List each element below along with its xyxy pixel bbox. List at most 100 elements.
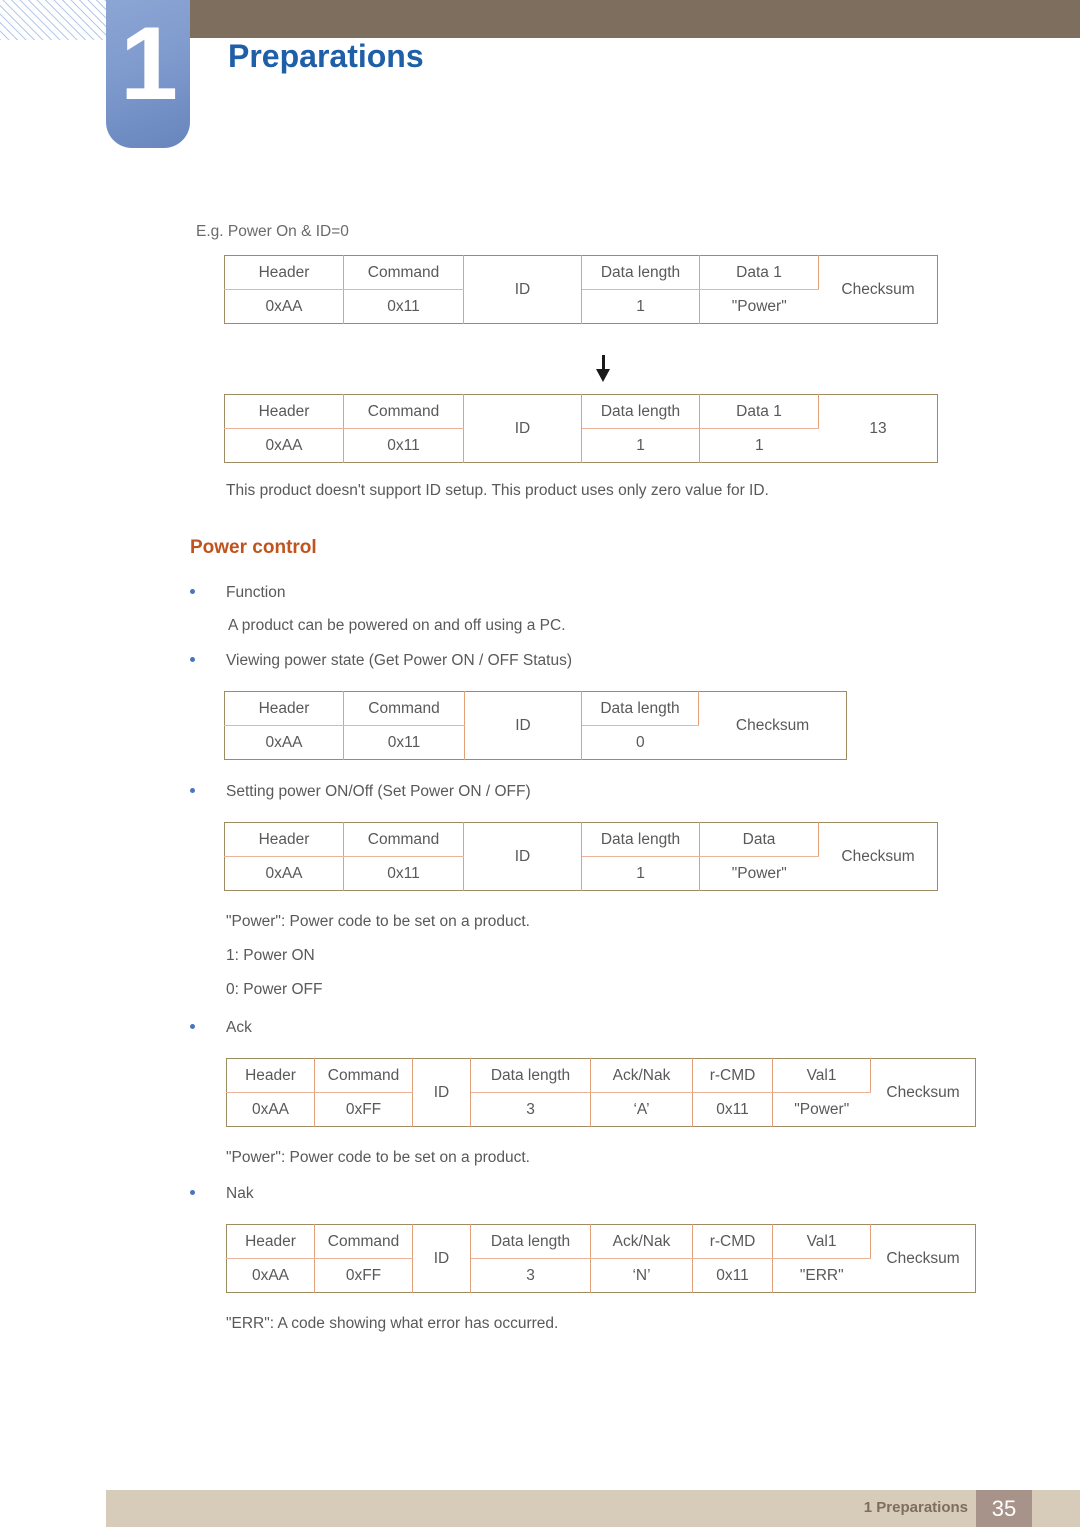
cell-command-label: Command xyxy=(343,822,464,857)
cell-id-label: ID xyxy=(463,822,582,891)
cell-acknak-value: ‘A’ xyxy=(590,1092,693,1127)
cell-command-value: 0xFF xyxy=(314,1258,413,1293)
bullet-dot-icon xyxy=(190,1190,195,1196)
cell-datalength-label: Data length xyxy=(581,394,700,429)
cell-id-label: ID xyxy=(464,691,582,760)
power-code-note-2: "Power": Power code to be set on a produ… xyxy=(226,1149,530,1166)
bullet-dot-icon xyxy=(190,1024,195,1030)
table-nak: Header Command ID Data length Ack/Nak r-… xyxy=(226,1224,976,1293)
cell-datalength-value: 3 xyxy=(470,1092,591,1127)
cell-data-value: "Power" xyxy=(731,864,787,882)
id-setup-note: This product doesn't support ID setup. T… xyxy=(226,482,769,499)
cell-checksum-label: Checksum xyxy=(886,1249,960,1267)
cell-checksum-label: Checksum xyxy=(735,716,810,734)
bullet-label: Ack xyxy=(226,1019,252,1036)
footer-chapter-label: 1 Preparations xyxy=(863,1499,968,1516)
chapter-badge: 1 xyxy=(106,0,190,148)
table-row: Header Command ID Data length Ack/Nak r-… xyxy=(226,1058,976,1127)
down-arrow-icon xyxy=(594,355,614,383)
cell-command-label: Command xyxy=(343,255,464,290)
cell-header-label: Header xyxy=(226,1058,315,1093)
cell-command-label: Command xyxy=(314,1058,413,1093)
cell-command-value: 0x11 xyxy=(343,289,464,324)
cell-header-label: Header xyxy=(224,691,344,726)
function-description: A product can be powered on and off usin… xyxy=(228,617,566,634)
table-row: Header Command ID Data length Data 1 Che… xyxy=(224,255,938,324)
cell-datalength-value: 1 xyxy=(581,289,700,324)
cell-rcmd-value: 0x11 xyxy=(692,1092,773,1127)
chapter-number: 1 xyxy=(120,6,178,122)
cell-datalength-label: Data length xyxy=(581,691,699,726)
cell-datalength-label: Data length xyxy=(470,1224,591,1259)
page-footer: 1 Preparations 35 xyxy=(106,1490,1080,1527)
cell-checksum-value: 13 xyxy=(869,419,887,437)
table-set-power: Header Command ID Data length Data Check… xyxy=(224,822,938,891)
power-code-note-1: "Power": Power code to be set on a produ… xyxy=(226,913,530,930)
table-row: 0xAA 0xFF 3 ‘N’ 0x11 "ERR" xyxy=(226,1258,976,1293)
bullet-label: Viewing power state (Get Power ON / OFF … xyxy=(226,652,573,669)
bullet-label: Function xyxy=(226,584,286,601)
cell-header-value: 0xAA xyxy=(226,1092,315,1127)
table-row: Header Command ID Data length Data 1 13 xyxy=(224,394,938,463)
cell-datalength-value: 0 xyxy=(635,733,645,751)
cell-id-label: ID xyxy=(412,1224,471,1293)
cell-rcmd-value: 0x11 xyxy=(692,1258,773,1293)
power-on-line: 1: Power ON xyxy=(226,947,315,964)
cell-id-label: ID xyxy=(412,1058,471,1127)
cell-datalength-label: Data length xyxy=(581,822,700,857)
cell-command-value: 0x11 xyxy=(343,428,464,463)
err-note: "ERR": A code showing what error has occ… xyxy=(226,1315,559,1332)
cell-data1-value: "Power" xyxy=(731,297,787,315)
cell-datalength-label: Data length xyxy=(581,255,700,290)
cell-command-value: 0x11 xyxy=(343,725,465,760)
table-row: 0xAA 0xFF 3 ‘A’ 0x11 "Power" xyxy=(226,1092,976,1127)
chapter-title: Preparations xyxy=(228,38,424,74)
cell-datalength-value: 3 xyxy=(470,1258,591,1293)
cell-rcmd-label: r-CMD xyxy=(692,1224,773,1259)
cell-checksum-label: Checksum xyxy=(886,1083,960,1101)
cell-command-value: 0x11 xyxy=(343,856,464,891)
cell-val1-value: "ERR" xyxy=(799,1266,844,1284)
cell-header-value: 0xAA xyxy=(224,725,344,760)
bullet-ack: Ack xyxy=(190,1019,252,1037)
cell-header-value: 0xAA xyxy=(224,289,344,324)
cell-data-label: Data xyxy=(699,822,819,857)
cell-datalength-value: 1 xyxy=(581,856,700,891)
page-header: 1 Preparations xyxy=(0,0,1080,160)
bullet-label: Setting power ON/Off (Set Power ON / OFF… xyxy=(226,783,531,800)
cell-header-value: 0xAA xyxy=(224,856,344,891)
cell-data1-value: 1 xyxy=(754,436,764,454)
cell-data1-label: Data 1 xyxy=(699,394,819,429)
cell-val1-label: Val1 xyxy=(772,1058,871,1093)
bullet-dot-icon xyxy=(190,657,195,663)
cell-header-value: 0xAA xyxy=(224,428,344,463)
cell-command-label: Command xyxy=(343,394,464,429)
cell-header-label: Header xyxy=(226,1224,315,1259)
table-example-response: Header Command ID Data length Data 1 13 … xyxy=(224,394,938,463)
bullet-label: Nak xyxy=(226,1185,254,1202)
bullet-function: Function xyxy=(190,584,285,602)
bullet-dot-icon xyxy=(190,589,195,595)
cell-header-label: Header xyxy=(224,255,344,290)
table-ack: Header Command ID Data length Ack/Nak r-… xyxy=(226,1058,976,1127)
bullet-dot-icon xyxy=(190,788,195,794)
bullet-setting-power: Setting power ON/Off (Set Power ON / OFF… xyxy=(190,783,531,801)
table-get-power-status: Header Command ID Data length Checksum 0… xyxy=(224,691,847,760)
cell-command-value: 0xFF xyxy=(314,1092,413,1127)
cell-val1-value: "Power" xyxy=(794,1100,850,1118)
bullet-viewing-power-state: Viewing power state (Get Power ON / OFF … xyxy=(190,652,572,670)
cell-id-label: ID xyxy=(463,255,582,324)
table-row: Header Command ID Data length Ack/Nak r-… xyxy=(226,1224,976,1293)
cell-command-label: Command xyxy=(314,1224,413,1259)
page-number: 35 xyxy=(976,1490,1032,1527)
cell-data1-label: Data 1 xyxy=(699,255,819,290)
cell-id-label: ID xyxy=(463,394,582,463)
power-off-line: 0: Power OFF xyxy=(226,981,323,998)
cell-header-value: 0xAA xyxy=(226,1258,315,1293)
cell-checksum-label: Checksum xyxy=(841,280,915,298)
cell-command-label: Command xyxy=(343,691,465,726)
cell-datalength-value: 1 xyxy=(581,428,700,463)
cell-rcmd-label: r-CMD xyxy=(692,1058,773,1093)
cell-header-label: Header xyxy=(224,822,344,857)
cell-acknak-label: Ack/Nak xyxy=(590,1224,693,1259)
